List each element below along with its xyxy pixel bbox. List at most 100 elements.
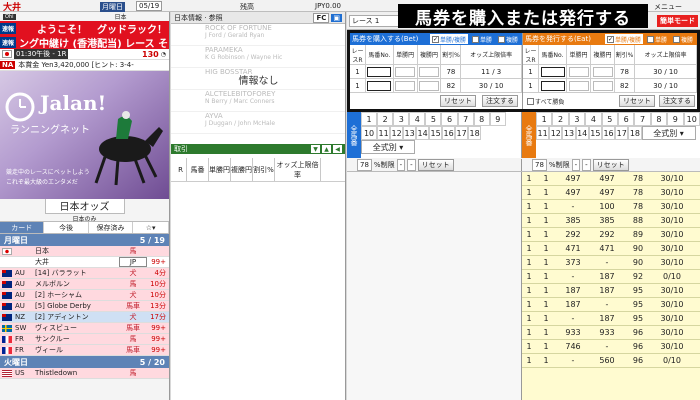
horse-row[interactable]: PARAMEKA K G Robinson / Wayne Hic bbox=[171, 46, 345, 68]
horse-number-button[interactable]: 16 bbox=[601, 126, 616, 140]
arrow-down-icon[interactable]: ▼ bbox=[311, 145, 320, 153]
menu-link[interactable]: メニュー bbox=[654, 2, 682, 12]
horse-number-button[interactable]: 12 bbox=[549, 126, 563, 140]
buy-filter-reset[interactable]: リセット bbox=[417, 158, 454, 171]
race-list-item[interactable]: FR サンクルー 馬 99+ bbox=[0, 334, 169, 345]
horse-row[interactable]: ALCTELEBITOFOREY N Berry / Marc Conners bbox=[171, 90, 345, 112]
horse-number-button[interactable]: 10 bbox=[361, 126, 378, 140]
horse-row[interactable]: ROCK OF FORTUNE J Ford / Gerald Ryan bbox=[171, 24, 345, 46]
bet-tan-input[interactable] bbox=[568, 80, 589, 91]
horse-number-button[interactable]: 14 bbox=[416, 126, 430, 140]
horse-number-button[interactable]: 10 bbox=[683, 112, 700, 126]
odds-row[interactable]: 1 1 373 - 90 30/10 bbox=[522, 256, 700, 270]
all-horses-checkbox[interactable]: すべて勝負 bbox=[525, 96, 566, 106]
tab-card[interactable]: カード bbox=[0, 222, 45, 233]
bet-no-field[interactable] bbox=[539, 79, 567, 93]
odds-row[interactable]: 1 1 - 560 96 0/10 bbox=[522, 354, 700, 368]
day-header-tue[interactable]: 火曜日 5 / 20 bbox=[0, 356, 169, 368]
race-list-item[interactable]: 大井 JP 99+ bbox=[0, 257, 169, 268]
bet-disc-field[interactable]: 82 bbox=[441, 79, 462, 93]
odds-to-select[interactable]: - bbox=[582, 158, 591, 171]
bet-fuku-field[interactable] bbox=[417, 65, 442, 79]
expand-icon[interactable]: ▣ bbox=[331, 13, 342, 22]
sell-reset-button[interactable]: リセット bbox=[619, 95, 655, 107]
race-list-item[interactable]: FR ヴィール 馬車 99+ bbox=[0, 345, 169, 356]
bet-limit-field[interactable]: 30 / 10 bbox=[635, 65, 697, 79]
horse-number-button[interactable]: 13 bbox=[562, 126, 576, 140]
odds-row[interactable]: 1 1 - 100 78 30/10 bbox=[522, 200, 700, 214]
horse-number-button[interactable]: 4 bbox=[585, 112, 602, 126]
arrow-up-icon[interactable]: ▲ bbox=[322, 145, 331, 153]
bet-tan-field[interactable] bbox=[393, 79, 418, 93]
horse-number-button[interactable]: 1 bbox=[536, 112, 553, 126]
bet-no-input[interactable] bbox=[540, 80, 565, 91]
horse-row[interactable]: AYVA J Duggan / John McHale bbox=[171, 112, 345, 134]
odds-row[interactable]: 1 1 933 933 96 30/10 bbox=[522, 326, 700, 340]
bet-no-field[interactable] bbox=[539, 65, 567, 79]
sell-order-button[interactable]: 注文する bbox=[659, 95, 695, 107]
bet-type-select[interactable]: 全式別 ▾ bbox=[641, 126, 696, 140]
horse-number-button[interactable]: 3 bbox=[568, 112, 586, 126]
all-horses-sell[interactable]: 全馬番 bbox=[522, 112, 536, 158]
odds-from-select[interactable]: - bbox=[571, 158, 581, 171]
horse-number-button[interactable]: 13 bbox=[403, 126, 417, 140]
horse-number-button[interactable]: 14 bbox=[575, 126, 589, 140]
horse-number-button[interactable]: 18 bbox=[628, 126, 642, 140]
all-horses-buy[interactable]: 全馬番 bbox=[347, 112, 361, 158]
horse-number-button[interactable]: 8 bbox=[473, 112, 490, 126]
horse-number-button[interactable]: 9 bbox=[489, 112, 506, 126]
bet-disc-field[interactable]: 82 bbox=[615, 79, 635, 93]
horse-number-button[interactable]: 6 bbox=[441, 112, 458, 126]
buy-mode-win[interactable]: 単勝 bbox=[470, 34, 494, 44]
race-list-item[interactable]: NZ [2] アディントン 犬 17分 bbox=[0, 312, 169, 323]
pct-select[interactable]: 78 bbox=[357, 158, 372, 171]
pct-select[interactable]: 78 bbox=[532, 158, 547, 171]
horse-number-button[interactable]: 5 bbox=[425, 112, 442, 126]
horse-number-button[interactable]: 7 bbox=[457, 112, 474, 126]
bet-no-input[interactable] bbox=[367, 66, 392, 77]
favorites-icon[interactable]: ☆▾ bbox=[133, 222, 169, 233]
news-ticker-2[interactable]: 速報 ング中継け (香港配当) レース そし bbox=[0, 35, 169, 49]
tab-saved[interactable]: 保存済み bbox=[89, 222, 134, 233]
race-list-item[interactable]: AU [2] ホーシャム 犬 10分 bbox=[0, 290, 169, 301]
day-header-mon[interactable]: 月曜日 5 / 19 bbox=[0, 234, 169, 246]
sell-mode-winplace[interactable]: ✓ 単勝/複勝 bbox=[604, 34, 643, 44]
buy-order-button[interactable]: 注文する bbox=[482, 95, 518, 107]
promo-banner[interactable]: Jalan! ランニングネット 競走中のレースにベットしよう これぞ最大級のエン… bbox=[0, 71, 169, 199]
race-list-item[interactable]: US Thistledown 馬 bbox=[0, 368, 169, 379]
odds-row[interactable]: 1 1 385 385 88 30/10 bbox=[522, 214, 700, 228]
bet-limit-field[interactable]: 11 / 3 bbox=[461, 65, 522, 79]
odds-row[interactable]: 1 1 497 497 78 30/10 bbox=[522, 172, 700, 186]
bet-fuku-field[interactable] bbox=[591, 65, 615, 79]
horse-number-button[interactable]: 1 bbox=[361, 112, 378, 126]
bet-disc-field[interactable]: 78 bbox=[615, 65, 635, 79]
horse-number-button[interactable]: 15 bbox=[429, 126, 443, 140]
odds-row[interactable]: 1 1 - 187 92 0/10 bbox=[522, 270, 700, 284]
horse-number-button[interactable]: 17 bbox=[455, 126, 469, 140]
bet-limit-field[interactable]: 30 / 10 bbox=[635, 79, 697, 93]
horse-number-button[interactable]: 8 bbox=[650, 112, 668, 126]
race-list-item[interactable]: AU メルボルン 馬 10分 bbox=[0, 279, 169, 290]
buy-mode-winplace[interactable]: ✓ 単勝/複勝 bbox=[429, 34, 468, 44]
date-field[interactable]: 05/19 bbox=[136, 1, 163, 11]
odds-title[interactable]: 日本オッズ bbox=[44, 197, 125, 214]
race-list-item[interactable]: SW ヴィスビュー 馬車 99+ bbox=[0, 323, 169, 334]
news-ticker-1[interactable]: 速報 ようこそ！ グッドラック！ bbox=[0, 21, 169, 35]
bet-type-select[interactable]: 全式別 ▾ bbox=[361, 140, 415, 154]
odds-row[interactable]: 1 1 292 292 89 30/10 bbox=[522, 228, 700, 242]
bet-fuku-field[interactable] bbox=[591, 79, 615, 93]
horse-number-button[interactable]: 15 bbox=[588, 126, 602, 140]
bet-fuku-input[interactable] bbox=[419, 80, 440, 91]
bet-tan-field[interactable] bbox=[567, 79, 591, 93]
horse-row[interactable]: HIG BOSSTAR bbox=[171, 68, 345, 90]
bet-tan-input[interactable] bbox=[395, 80, 416, 91]
sell-mode-win[interactable]: 単勝 bbox=[645, 34, 669, 44]
buy-mode-place[interactable]: 複勝 bbox=[496, 34, 520, 44]
race-list-item[interactable]: AU [14] バララット 犬 4分 bbox=[0, 268, 169, 279]
horse-number-button[interactable]: 4 bbox=[409, 112, 426, 126]
horse-number-button[interactable]: 16 bbox=[442, 126, 456, 140]
bet-no-input[interactable] bbox=[540, 66, 565, 77]
odds-to-select[interactable]: - bbox=[407, 158, 416, 171]
odds-from-select[interactable]: - bbox=[396, 158, 406, 171]
bet-no-input[interactable] bbox=[367, 80, 392, 91]
